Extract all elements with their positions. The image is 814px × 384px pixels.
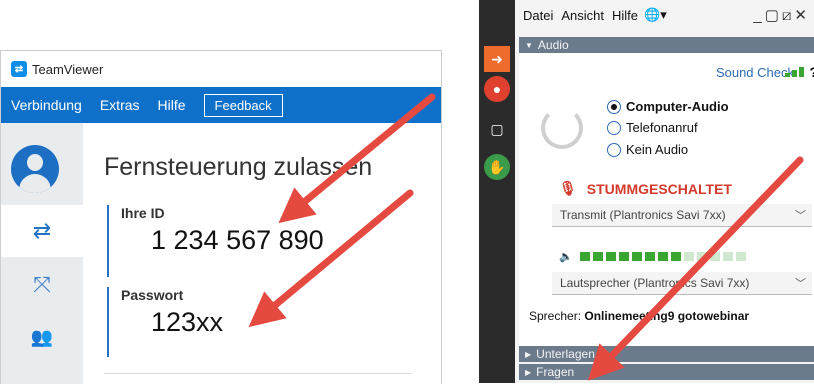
- annotation-arrows: [248, 93, 804, 381]
- arrow-to-questions: [587, 156, 804, 381]
- arrow-to-password: [248, 189, 414, 328]
